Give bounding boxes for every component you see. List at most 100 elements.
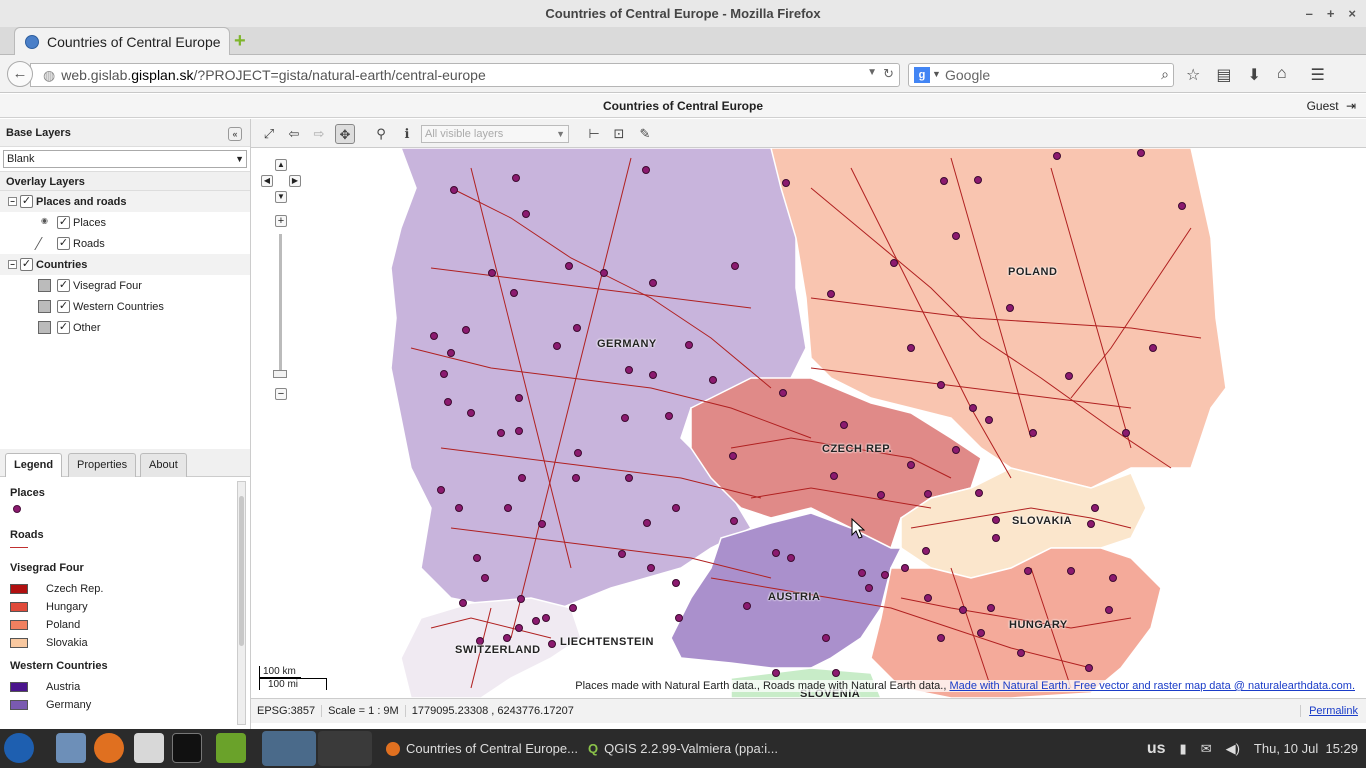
place-point[interactable] bbox=[772, 549, 780, 557]
tab-about[interactable]: About bbox=[140, 453, 187, 477]
place-point[interactable] bbox=[937, 634, 945, 642]
place-point[interactable] bbox=[1006, 304, 1014, 312]
place-point[interactable] bbox=[515, 624, 523, 632]
place-point[interactable] bbox=[1091, 504, 1099, 512]
layer-places[interactable]: ◉ ✓ Places bbox=[0, 212, 250, 233]
place-point[interactable] bbox=[937, 381, 945, 389]
place-point[interactable] bbox=[625, 366, 633, 374]
bookmark-star-icon[interactable]: ☆ bbox=[1186, 65, 1200, 85]
place-point[interactable] bbox=[924, 490, 932, 498]
place-point[interactable] bbox=[1122, 429, 1130, 437]
task-qgis[interactable]: Q QGIS 2.2.99-Valmiera (ppa:i... bbox=[588, 729, 778, 768]
previous-view-icon[interactable]: ⇦ bbox=[284, 124, 304, 144]
place-point[interactable] bbox=[649, 371, 657, 379]
place-point[interactable] bbox=[992, 534, 1000, 542]
place-point[interactable] bbox=[832, 669, 840, 677]
place-point[interactable] bbox=[538, 520, 546, 528]
close-window-button[interactable]: × bbox=[1348, 0, 1356, 27]
place-point[interactable] bbox=[1085, 664, 1093, 672]
place-point[interactable] bbox=[890, 259, 898, 267]
home-icon[interactable]: ⌂ bbox=[1277, 65, 1287, 85]
tab-properties[interactable]: Properties bbox=[68, 453, 137, 477]
pan-tool-icon[interactable]: ✥ bbox=[335, 124, 355, 144]
bookmarks-list-icon[interactable]: ▤ bbox=[1216, 65, 1231, 85]
place-point[interactable] bbox=[565, 262, 573, 270]
place-point[interactable] bbox=[437, 486, 445, 494]
attribution-link[interactable]: Made with Natural Earth. Free vector and… bbox=[949, 680, 1355, 692]
user-login[interactable]: Guest ⇥ bbox=[1307, 94, 1356, 118]
battery-icon[interactable]: ▮ bbox=[1180, 741, 1187, 757]
maximize-button[interactable]: + bbox=[1327, 0, 1335, 27]
place-point[interactable] bbox=[1017, 649, 1025, 657]
qgis-launcher-icon[interactable] bbox=[216, 733, 246, 763]
place-point[interactable] bbox=[548, 640, 556, 648]
place-point[interactable] bbox=[467, 409, 475, 417]
place-point[interactable] bbox=[940, 177, 948, 185]
place-point[interactable] bbox=[447, 349, 455, 357]
checkbox-other[interactable]: ✓ bbox=[57, 321, 70, 334]
scrollbar-thumb[interactable] bbox=[239, 496, 244, 646]
zoom-slider[interactable] bbox=[279, 234, 282, 374]
layer-select[interactable]: All visible layers ▼ bbox=[421, 125, 569, 143]
mail-icon[interactable]: ✉ bbox=[1201, 741, 1212, 757]
place-point[interactable] bbox=[858, 569, 866, 577]
place-point[interactable] bbox=[969, 404, 977, 412]
browser-tab[interactable]: Countries of Central Europe bbox=[14, 27, 230, 55]
checkbox-places[interactable]: ✓ bbox=[57, 216, 70, 229]
place-point[interactable] bbox=[473, 554, 481, 562]
place-point[interactable] bbox=[675, 614, 683, 622]
place-point[interactable] bbox=[865, 584, 873, 592]
checkbox-places-roads[interactable]: ✓ bbox=[20, 195, 33, 208]
base-layer-select[interactable]: Blank ▼ bbox=[3, 150, 247, 168]
collapse-icon[interactable]: − bbox=[8, 260, 17, 269]
place-point[interactable] bbox=[665, 412, 673, 420]
zoom-extent-icon[interactable]: ⤢ bbox=[259, 124, 279, 144]
keyboard-layout[interactable]: us bbox=[1147, 740, 1166, 758]
place-point[interactable] bbox=[672, 579, 680, 587]
layer-group-countries[interactable]: − ✓ Countries bbox=[0, 254, 250, 275]
place-point[interactable] bbox=[822, 634, 830, 642]
pan-down-button[interactable]: ▼ bbox=[275, 191, 287, 203]
place-point[interactable] bbox=[518, 474, 526, 482]
place-point[interactable] bbox=[455, 504, 463, 512]
place-point[interactable] bbox=[553, 342, 561, 350]
place-point[interactable] bbox=[497, 429, 505, 437]
place-point[interactable] bbox=[952, 446, 960, 454]
text-editor-icon[interactable] bbox=[134, 733, 164, 763]
measure-area-icon[interactable]: ⊡ bbox=[609, 124, 629, 144]
firefox-launcher-icon[interactable] bbox=[94, 733, 124, 763]
place-point[interactable] bbox=[987, 604, 995, 612]
place-point[interactable] bbox=[743, 602, 751, 610]
place-point[interactable] bbox=[1067, 567, 1075, 575]
place-point[interactable] bbox=[977, 629, 985, 637]
menu-icon[interactable]: ☰ bbox=[1311, 65, 1325, 85]
place-point[interactable] bbox=[922, 547, 930, 555]
place-point[interactable] bbox=[572, 474, 580, 482]
place-point[interactable] bbox=[444, 398, 452, 406]
file-manager-icon[interactable] bbox=[56, 733, 86, 763]
place-point[interactable] bbox=[907, 461, 915, 469]
place-point[interactable] bbox=[709, 376, 717, 384]
place-point[interactable] bbox=[522, 210, 530, 218]
zoom-out-button[interactable]: − bbox=[275, 388, 287, 400]
search-icon[interactable]: ⌕ bbox=[1161, 66, 1169, 83]
place-point[interactable] bbox=[881, 571, 889, 579]
place-point[interactable] bbox=[459, 599, 467, 607]
place-point[interactable] bbox=[1065, 372, 1073, 380]
place-point[interactable] bbox=[1137, 149, 1145, 157]
place-point[interactable] bbox=[959, 606, 967, 614]
place-point[interactable] bbox=[510, 289, 518, 297]
place-point[interactable] bbox=[779, 389, 787, 397]
place-point[interactable] bbox=[574, 449, 582, 457]
search-input[interactable]: g ▼ Google ⌕ bbox=[908, 63, 1174, 87]
reload-icon[interactable]: ↻ bbox=[883, 66, 894, 82]
place-point[interactable] bbox=[672, 504, 680, 512]
workspace-2[interactable] bbox=[318, 731, 372, 766]
minimize-button[interactable]: – bbox=[1306, 0, 1313, 27]
start-menu-icon[interactable] bbox=[4, 733, 34, 763]
place-point[interactable] bbox=[1087, 520, 1095, 528]
place-point[interactable] bbox=[731, 262, 739, 270]
place-point[interactable] bbox=[481, 574, 489, 582]
map-canvas[interactable]: GERMANY POLAND CZECH REP. SLOVAKIA AUSTR… bbox=[251, 148, 1361, 698]
back-button[interactable]: ← bbox=[7, 61, 33, 87]
